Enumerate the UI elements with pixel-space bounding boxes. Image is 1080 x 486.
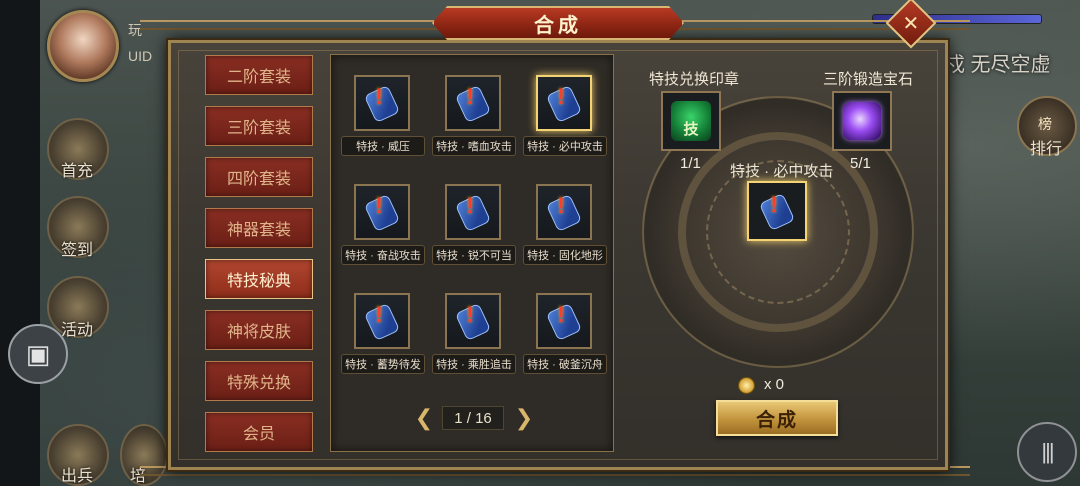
next-page-icon[interactable]: ❯ bbox=[514, 405, 534, 430]
left-edge bbox=[0, 0, 40, 486]
prev-page-icon[interactable]: ❮ bbox=[414, 405, 434, 430]
item-label: 特技 · 蓄势待发 bbox=[341, 354, 425, 374]
material-a-slot[interactable]: 技 bbox=[661, 91, 721, 151]
title-plate: 合成 bbox=[432, 6, 684, 40]
item-label: 特技 · 威压 bbox=[341, 136, 425, 156]
item-label: 特技 · 奋战攻击 bbox=[341, 245, 425, 265]
tab-tier3-set[interactable]: 三阶套装 bbox=[205, 106, 313, 146]
tab-special-exchange[interactable]: 特殊兑换 bbox=[205, 361, 313, 401]
material-a-label: 特技兑换印章 bbox=[649, 71, 740, 88]
item-label: 特技 · 乘胜追击 bbox=[432, 354, 516, 374]
item-slot[interactable]: ! bbox=[536, 293, 592, 349]
tab-tier4-set[interactable]: 四阶套装 bbox=[205, 157, 313, 197]
tab-vip[interactable]: 会员 bbox=[205, 412, 313, 452]
skill-scroll-icon: ! bbox=[545, 83, 583, 124]
background-banner: 戍 无尽空虚 bbox=[945, 54, 1051, 76]
skill-scroll-icon: ! bbox=[545, 301, 583, 342]
tab-general-skin[interactable]: 神将皮肤 bbox=[205, 310, 313, 350]
item-label: 特技 · 破釜沉舟 bbox=[523, 354, 607, 374]
window-title: 合成 bbox=[534, 14, 582, 37]
item-slot-selected[interactable]: ! bbox=[536, 75, 592, 131]
material-b-slot[interactable] bbox=[832, 91, 892, 151]
combine-button[interactable]: 合成 bbox=[716, 400, 838, 436]
skill-scroll-icon: ! bbox=[454, 83, 492, 124]
result-slot[interactable]: ! bbox=[747, 181, 807, 241]
item-slot[interactable]: ! bbox=[354, 75, 410, 131]
material-b-label: 三阶锻造宝石 bbox=[823, 71, 914, 88]
item-slot[interactable]: ! bbox=[445, 184, 501, 240]
checkin-label: 签到 bbox=[61, 242, 94, 259]
item-slot[interactable]: ! bbox=[354, 184, 410, 240]
item-slot[interactable]: ! bbox=[536, 184, 592, 240]
dispatch-label: 出兵 bbox=[61, 468, 94, 485]
close-icon: ✕ bbox=[902, 12, 920, 35]
skill-scroll-icon: ! bbox=[363, 83, 401, 124]
skill-scroll-icon: ! bbox=[545, 192, 583, 233]
menu-toggle-icon[interactable]: ||| bbox=[1017, 422, 1077, 482]
player-uid-label: UID bbox=[128, 48, 153, 64]
cube-menu-icon[interactable]: ▣ bbox=[8, 324, 68, 384]
item-label: 特技 · 嗜血攻击 bbox=[432, 136, 516, 156]
item-label: 特技 · 固化地形 bbox=[523, 245, 607, 265]
page-indicator: 1 / 16 bbox=[442, 406, 504, 430]
skill-scroll-icon: ! bbox=[454, 192, 492, 233]
item-slot[interactable]: ! bbox=[354, 293, 410, 349]
tab-skill-manual[interactable]: 特技秘典 bbox=[205, 259, 313, 299]
ranking-label: 排行 bbox=[1030, 141, 1063, 158]
item-slot[interactable]: ! bbox=[445, 75, 501, 131]
material-a-count: 1/1 bbox=[680, 155, 701, 172]
skill-scroll-icon: ! bbox=[363, 192, 401, 233]
item-label: 特技 · 必中攻击 bbox=[523, 136, 607, 156]
tab-tier2-set[interactable]: 二阶套装 bbox=[205, 55, 313, 95]
skill-scroll-icon: ! bbox=[758, 191, 796, 232]
first-charge-label: 首充 bbox=[61, 163, 94, 180]
cost-value: x 0 bbox=[764, 376, 785, 393]
player-avatar[interactable] bbox=[47, 10, 119, 82]
material-b-count: 5/1 bbox=[850, 155, 871, 172]
seal-icon: 技 bbox=[671, 101, 711, 141]
item-slot[interactable]: ! bbox=[445, 293, 501, 349]
skill-scroll-icon: ! bbox=[363, 301, 401, 342]
item-label: 特技 · 锐不可当 bbox=[432, 245, 516, 265]
coin-icon bbox=[738, 377, 755, 394]
activity-label: 活动 bbox=[61, 322, 94, 339]
tab-artifact-set[interactable]: 神器套装 bbox=[205, 208, 313, 248]
result-label: 特技 · 必中攻击 bbox=[730, 163, 834, 180]
ranking-glyph: 榜 bbox=[1038, 116, 1052, 132]
skill-scroll-icon: ! bbox=[454, 301, 492, 342]
gem-icon bbox=[843, 102, 881, 140]
